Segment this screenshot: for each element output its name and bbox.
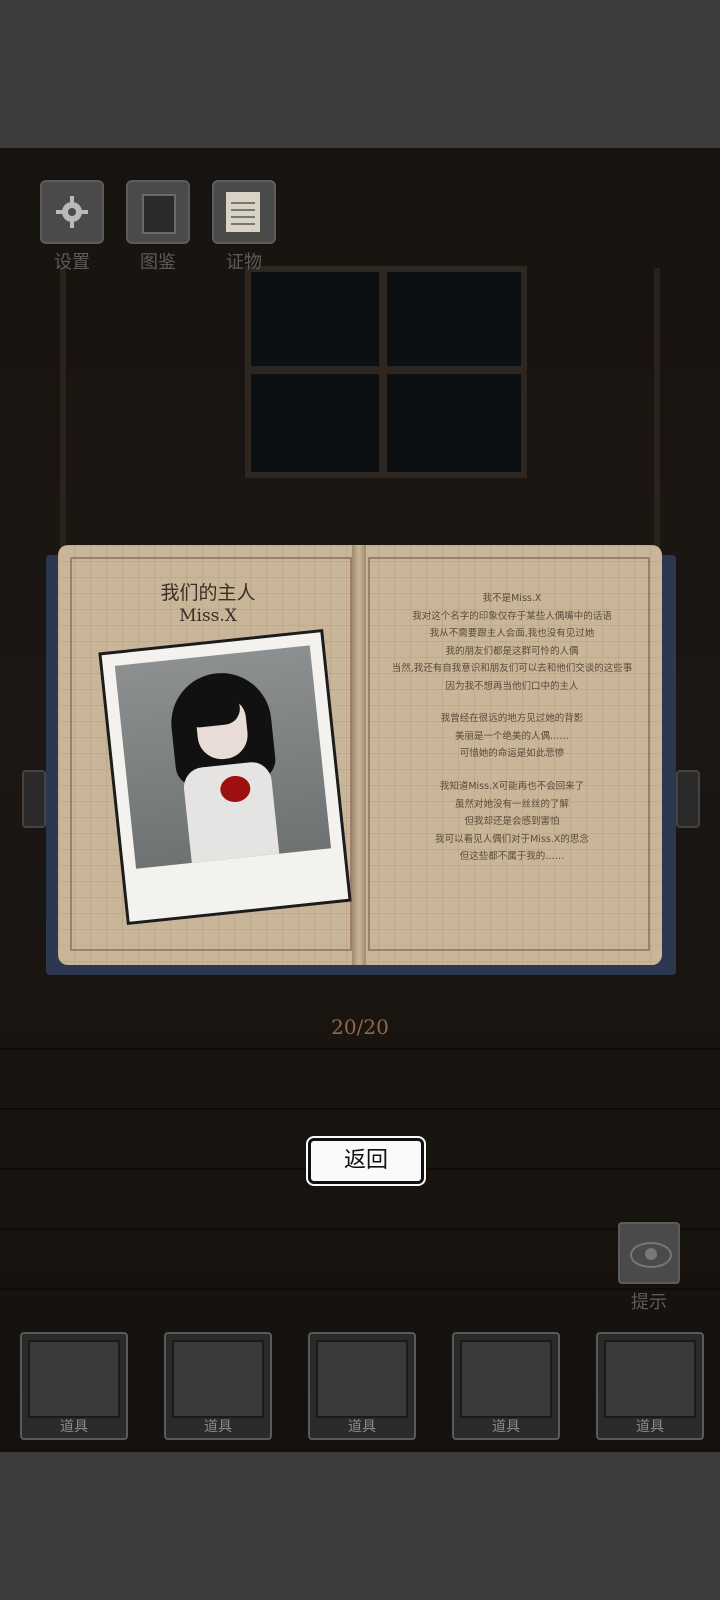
next-page-arrow[interactable] <box>676 770 700 828</box>
diary-line: 我曾经在很远的地方见过她的背影 <box>440 713 584 724</box>
evidence-label: 证物 <box>226 252 262 273</box>
inventory-slot[interactable]: 道具 <box>596 1332 704 1440</box>
diary-line: 我对这个名字的印象仅存于某些人偶嘴中的话语 <box>412 610 612 622</box>
gallery-button[interactable]: 图鉴 <box>124 180 192 274</box>
prev-page-arrow[interactable] <box>22 770 46 828</box>
diary-paragraph-2: 我曾经在很远的地方见过她的背影 美丽是一个绝美的人偶…… 可惜她的命运是如此悲惨 <box>372 710 652 763</box>
diary-line: 但我却还是会感到害怕 <box>464 816 560 827</box>
settings-icon-frame <box>40 180 104 244</box>
slot-label: 道具 <box>636 1419 664 1435</box>
diary-line: 当然,我还有自我意识和朋友们可以去和他们交谈的这些事 <box>391 663 633 674</box>
diary-line: 我从不需要跟主人会面,我也没有见过她 <box>429 628 595 639</box>
inventory-slot[interactable]: 道具 <box>164 1332 272 1440</box>
inventory-slot[interactable]: 道具 <box>20 1332 128 1440</box>
slot-frame <box>316 1340 408 1418</box>
diary-line: 我可以看见人偶们对于Miss.X的思念 <box>435 833 589 845</box>
eye-icon <box>630 1242 672 1268</box>
back-button[interactable]: 返回 <box>308 1138 424 1184</box>
window-mullion-horizontal <box>251 366 521 374</box>
slot-frame <box>172 1340 264 1418</box>
floor-plank <box>0 1048 720 1050</box>
slot-frame <box>460 1340 552 1418</box>
slot-label: 道具 <box>60 1419 88 1435</box>
floor-plank <box>0 1108 720 1110</box>
page-counter: 20/20 <box>331 1015 389 1039</box>
diary-paragraph-3: 我知道Miss.X可能再也不会回来了 虽然对她没有一丝丝的了解 但我却还是会感到… <box>372 778 652 866</box>
status-bar-area <box>0 0 720 148</box>
notepad-icon <box>226 192 260 232</box>
slot-label: 道具 <box>492 1419 520 1435</box>
background-window <box>245 266 527 478</box>
hint-button[interactable]: 提示 <box>614 1222 684 1314</box>
diary-line: 我的朋友们都是这群可怜的人偶 <box>445 645 579 657</box>
gear-icon <box>56 196 88 228</box>
diary-line: 虽然对她没有一丝丝的了解 <box>454 798 569 810</box>
diary-paragraph-1: 我不是Miss.X 我对这个名字的印象仅存于某些人偶嘴中的话语 我从不需要跟主人… <box>372 590 652 695</box>
hint-label: 提示 <box>631 1292 667 1313</box>
gallery-label: 图鉴 <box>140 252 176 273</box>
diary-line: 但这些都不属于我的…… <box>459 851 565 862</box>
diary-line: 我知道Miss.X可能再也不会回来了 <box>439 781 585 792</box>
page-title: 我们的主人 <box>160 582 256 604</box>
navigation-bar-area <box>0 1452 720 1600</box>
inventory-slot[interactable]: 道具 <box>452 1332 560 1440</box>
slot-label: 道具 <box>348 1419 376 1435</box>
floor-plank <box>0 1288 720 1290</box>
gallery-icon-frame <box>126 180 190 244</box>
floor-plank <box>0 1228 720 1230</box>
evidence-button[interactable]: 证物 <box>210 180 278 274</box>
page-subtitle: Miss.X <box>179 606 237 626</box>
diary-line: 因为我不想再当他们口中的主人 <box>445 680 579 692</box>
book-icon <box>142 194 176 234</box>
hint-icon-frame <box>618 1222 680 1284</box>
evidence-icon-frame <box>212 180 276 244</box>
settings-button[interactable]: 设置 <box>38 180 106 274</box>
diary-line: 我不是Miss.X <box>482 593 542 604</box>
slot-label: 道具 <box>204 1419 232 1435</box>
slot-frame <box>28 1340 120 1418</box>
settings-label: 设置 <box>54 252 90 273</box>
inventory-slot[interactable]: 道具 <box>308 1332 416 1440</box>
diary-line: 可惜她的命运是如此悲惨 <box>459 748 565 759</box>
diary-line: 美丽是一个绝美的人偶…… <box>454 730 569 742</box>
polaroid-photo <box>98 628 352 926</box>
portrait-image <box>114 645 332 869</box>
slot-frame <box>604 1340 696 1418</box>
